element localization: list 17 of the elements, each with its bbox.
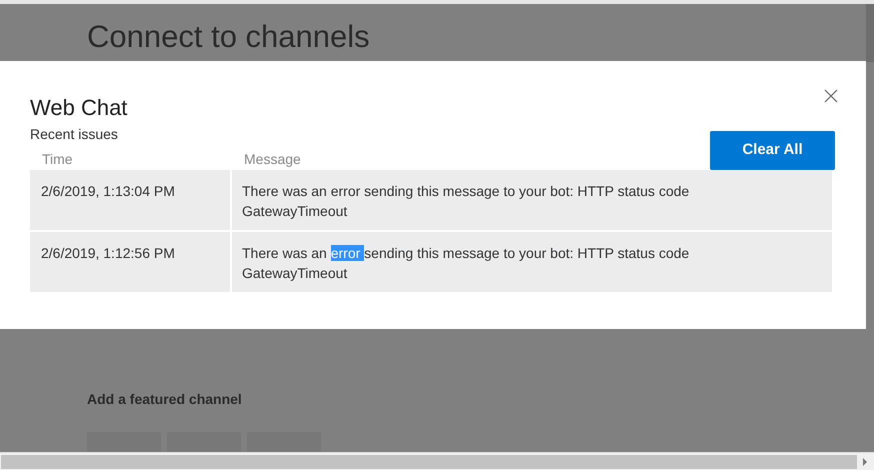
close-icon[interactable] <box>824 89 838 104</box>
channel-tile[interactable] <box>247 432 321 452</box>
clear-all-button[interactable]: Clear All <box>710 131 835 170</box>
column-header: Message <box>244 150 301 167</box>
table-cell-text: There was an error sending this message to your bot: HTTP status code GatewayTimeout <box>242 244 690 284</box>
table-cell-text: There was an error sending this message to your bot: HTTP status code GatewayTimeout <box>242 182 690 222</box>
dialog-title: Web Chat <box>30 94 128 122</box>
channel-tile[interactable] <box>167 432 241 452</box>
section-title: Add a featured channel <box>87 390 242 409</box>
channel-tile[interactable] <box>87 432 161 452</box>
vertical-scrollbar[interactable] <box>866 4 874 62</box>
page-heading: Connect to channels <box>87 18 370 56</box>
table-cell: 2/6/2019, 1:12:56 PM <box>30 232 230 292</box>
dialog-subtitle: Recent issues <box>30 125 118 144</box>
table-cell: 2/6/2019, 1:13:04 PM <box>30 170 230 230</box>
column-header: Time <box>42 150 73 167</box>
scroll-right-icon[interactable] <box>861 458 869 466</box>
